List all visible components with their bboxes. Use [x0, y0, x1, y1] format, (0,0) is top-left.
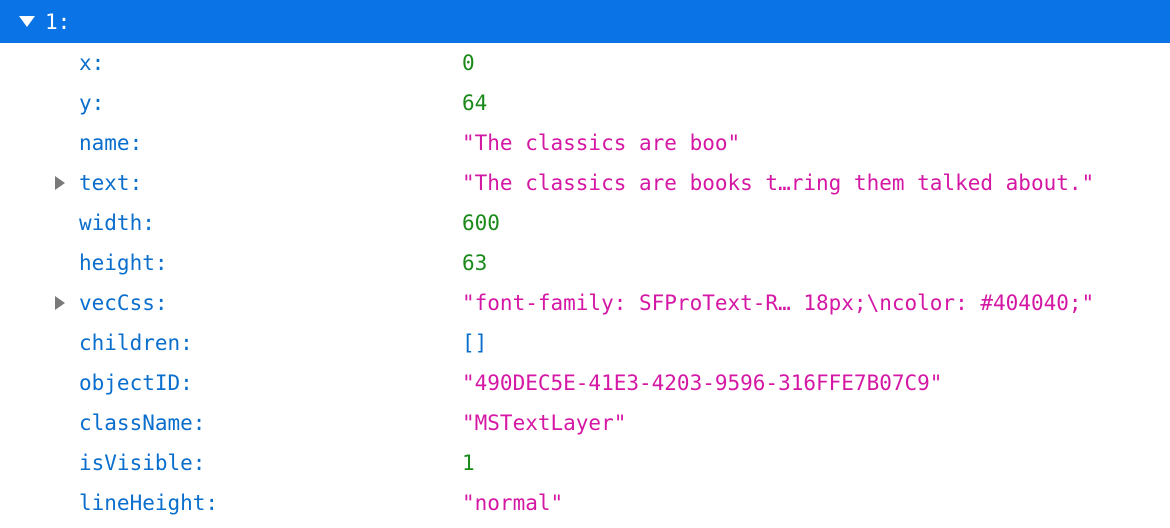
property-value: 1: [462, 451, 475, 475]
property-value: 63: [462, 251, 488, 275]
property-key: width:: [79, 211, 155, 235]
property-list: x: 0 y: 64 name: "The classics are boo" text: "…: [0, 43, 1170, 523]
property-key: height:: [79, 251, 168, 275]
property-row: className: "MSTextLayer": [0, 403, 1170, 443]
property-row: height: 63: [0, 243, 1170, 283]
property-key: name:: [79, 131, 143, 155]
property-row: x: 0: [0, 43, 1170, 83]
property-key: y:: [79, 91, 105, 115]
json-viewer: 1: x: 0 y: 64 name: "The classics are boo" tex…: [0, 0, 1170, 528]
property-key: x:: [79, 51, 105, 75]
property-row: children: []: [0, 323, 1170, 363]
property-row[interactable]: text: "The classics are books t…ring them…: [0, 163, 1170, 203]
property-key: text:: [79, 171, 143, 195]
property-key: vecCss:: [79, 291, 168, 315]
property-row: y: 64: [0, 83, 1170, 123]
property-value: "The classics are boo": [462, 131, 741, 155]
property-key: objectID:: [79, 371, 193, 395]
property-value: "The classics are books t…ring them talk…: [462, 171, 1095, 195]
object-index-key: 1:: [45, 9, 71, 34]
property-row: name: "The classics are boo": [0, 123, 1170, 163]
property-value: "MSTextLayer": [462, 411, 627, 435]
property-value: 64: [462, 91, 488, 115]
property-value: []: [462, 331, 488, 355]
property-row: isVisible: 1: [0, 443, 1170, 483]
property-row: width: 600: [0, 203, 1170, 243]
property-key: lineHeight:: [79, 491, 219, 515]
property-value: "490DEC5E-41E3-4203-9596-316FFE7B07C9": [462, 371, 943, 395]
property-value: "font-family: SFProText-R… 18px;\ncolor:…: [462, 291, 1095, 315]
property-key: children:: [79, 331, 193, 355]
property-key: className:: [79, 411, 206, 435]
property-row: objectID: "490DEC5E-41E3-4203-9596-316FFE…: [0, 363, 1170, 403]
property-value: 0: [462, 51, 475, 75]
property-value: 600: [462, 211, 500, 235]
property-value: "normal": [462, 491, 564, 515]
expand-triangle-icon[interactable]: [55, 296, 65, 310]
object-header-row[interactable]: 1:: [0, 0, 1170, 43]
property-row[interactable]: vecCss: "font-family: SFProText-R… 18px;\…: [0, 283, 1170, 323]
property-row: lineHeight: "normal": [0, 483, 1170, 523]
collapse-triangle-icon[interactable]: [19, 16, 35, 27]
expand-triangle-icon[interactable]: [55, 176, 65, 190]
property-key: isVisible:: [79, 451, 206, 475]
